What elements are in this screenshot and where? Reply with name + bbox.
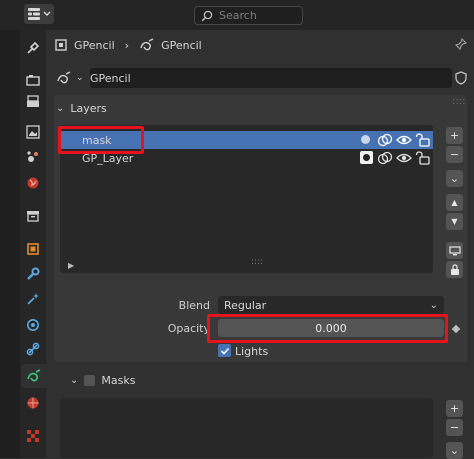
collection-icon [27, 211, 39, 222]
triangle-up-icon: ▲ [451, 198, 458, 207]
eye-icon[interactable] [396, 151, 412, 165]
masks-list [60, 398, 433, 458]
render-icon [26, 75, 40, 86]
keyframe-diamond-icon[interactable] [450, 323, 462, 335]
isolate-lock-button[interactable] [446, 261, 463, 278]
tab-object[interactable] [20, 237, 46, 261]
physics-icon [27, 319, 39, 331]
remove-layer-button[interactable]: − [446, 146, 463, 163]
chevron-down-icon: ⌄ [56, 102, 65, 114]
search-placeholder: Search [219, 9, 257, 22]
tab-physics[interactable] [20, 313, 46, 337]
object-breadcrumb-icon [55, 39, 67, 51]
checkmark-icon [220, 347, 229, 355]
search-input[interactable]: Search [194, 6, 303, 25]
add-mask-button[interactable]: + [446, 400, 463, 417]
chevron-right-icon: › [124, 38, 130, 52]
output-icon [27, 95, 39, 107]
layer-color-dot-icon [361, 135, 370, 144]
onion-skin-icon[interactable] [377, 132, 393, 148]
shader-fx-icon [27, 293, 39, 305]
wrench-icon [27, 267, 40, 280]
layers-panel-title: Layers [70, 101, 107, 115]
tab-output[interactable] [20, 90, 46, 114]
tab-effects[interactable] [20, 287, 46, 311]
view-layer-icon [26, 125, 40, 139]
tab-render[interactable] [20, 68, 46, 92]
breadcrumb: GPencil › GPencil [54, 35, 202, 55]
chevron-down-icon: ⌄ [429, 299, 438, 311]
lights-label: Lights [235, 345, 269, 358]
monitor-icon [448, 245, 461, 255]
breadcrumb-data-name: GPencil [161, 38, 202, 52]
unlock-icon[interactable] [415, 133, 431, 147]
remove-mask-button[interactable]: − [446, 419, 463, 436]
datablock-name-field[interactable]: GPencil [90, 68, 452, 88]
tab-tool[interactable] [20, 36, 46, 60]
constraint-icon [26, 342, 40, 356]
blend-mode-value: Regular [224, 298, 267, 312]
highlight-box-opacity [207, 314, 448, 343]
masks-title: Masks [101, 373, 136, 387]
search-icon [201, 10, 213, 21]
tab-scene[interactable] [20, 145, 46, 169]
tab-collection[interactable] [20, 204, 46, 228]
datablock-browse-button[interactable]: ⌄ [56, 69, 86, 87]
datablock-name-value: GPencil [90, 71, 131, 85]
grease-pencil-data-icon [26, 369, 40, 382]
tool-icon [27, 41, 40, 54]
masks-subpanel-header[interactable]: ⌄ Masks [70, 372, 135, 388]
chevron-down-icon: ⌄ [449, 444, 460, 457]
tab-grease-pencil-data[interactable] [21, 364, 46, 388]
list-resize-handle-icon[interactable]: :::: [251, 258, 263, 267]
chevron-down-icon: ⌄ [76, 73, 84, 83]
editor-type-button[interactable] [24, 4, 54, 24]
mask-specials-button[interactable]: ⌄ [446, 442, 463, 459]
fake-user-button[interactable] [453, 68, 469, 88]
tab-view-layer[interactable] [20, 120, 46, 144]
chevron-down-icon: ⌄ [70, 374, 79, 386]
layers-panel-header[interactable]: ⌄ Layers [54, 98, 107, 118]
add-layer-button[interactable]: + [446, 127, 463, 144]
tab-world[interactable] [20, 171, 46, 195]
material-icon [27, 397, 39, 409]
tab-material[interactable] [20, 391, 46, 415]
eye-icon[interactable] [396, 133, 412, 147]
lock-icon [450, 263, 459, 275]
chevron-down-icon: ⌄ [449, 172, 460, 185]
tab-modifiers[interactable] [20, 262, 46, 286]
layer-specials-button[interactable]: ⌄ [446, 170, 463, 187]
masks-enable-checkbox[interactable] [84, 374, 96, 386]
tab-texture[interactable] [20, 424, 46, 448]
blend-mode-dropdown[interactable]: Regular ⌄ [218, 296, 444, 314]
move-layer-down-button[interactable]: ▼ [446, 213, 463, 230]
world-icon [27, 177, 39, 189]
blend-label: Blend [178, 299, 210, 312]
scene-icon [27, 151, 38, 162]
editor-type-icon [28, 8, 51, 20]
texture-icon [27, 430, 39, 442]
highlight-box-mask-layer [58, 126, 144, 154]
breadcrumb-object-name: GPencil [74, 38, 115, 52]
shield-icon [455, 71, 467, 85]
use-mask-icon[interactable] [360, 151, 373, 164]
unlock-icon[interactable] [415, 151, 431, 165]
onion-skin-icon[interactable] [377, 150, 393, 166]
opacity-label: Opacity [167, 322, 210, 335]
move-layer-up-button[interactable]: ▲ [446, 194, 463, 211]
grease-pencil-browse-icon [57, 71, 71, 84]
grease-pencil-breadcrumb-icon [140, 38, 154, 51]
drag-handle-icon[interactable]: :::: [452, 97, 465, 112]
left-edge-bar [0, 30, 20, 458]
triangle-down-icon: ▼ [451, 217, 458, 226]
object-icon [27, 243, 39, 255]
pin-icon[interactable] [454, 37, 468, 51]
isolate-visibility-button[interactable] [446, 242, 463, 259]
pin-glyph-icon [455, 38, 467, 50]
lights-checkbox[interactable] [218, 344, 231, 357]
tab-constraints[interactable] [20, 337, 46, 361]
expand-arrow-icon[interactable]: ▶ [68, 261, 74, 270]
